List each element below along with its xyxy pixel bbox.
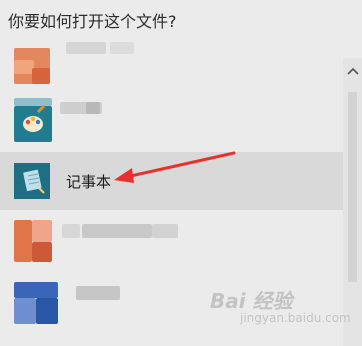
watermark-url: jingyan.baidu.com: [240, 311, 351, 325]
watermark-logo: Bai 经验 jingyan.baidu.com: [210, 285, 360, 345]
open-with-dialog: 你要如何打开这个文件? 记事本 Bai 经验 jingyan.baidu.com: [0, 0, 362, 346]
watermark-text: Bai 经验: [210, 289, 293, 313]
